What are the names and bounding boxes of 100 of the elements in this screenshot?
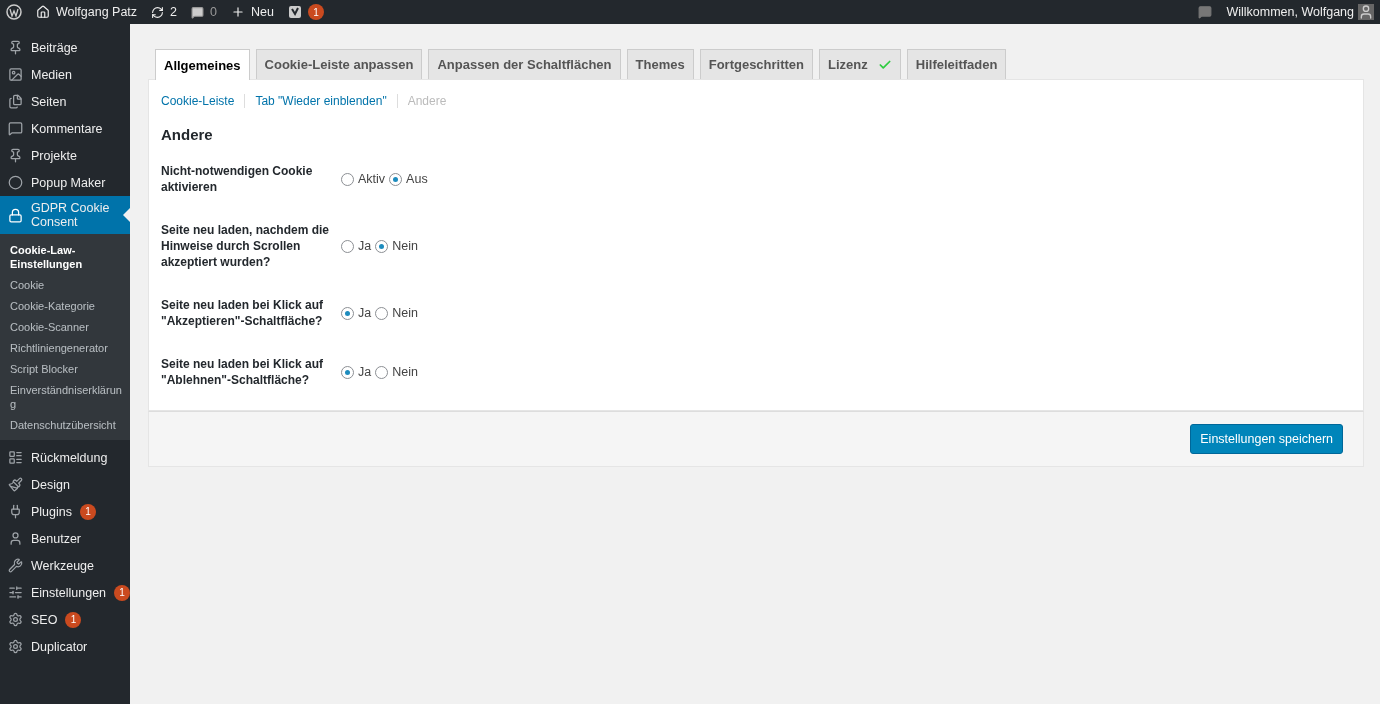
submenu-item[interactable]: Cookie <box>0 275 130 296</box>
submenu-item[interactable]: Datenschutzübersicht <box>0 415 130 436</box>
sidebar-item[interactable]: Kommentare <box>0 115 130 142</box>
setting-label: Seite neu laden, nachdem die Hinweise durch Scrollen akzeptiert wurden? <box>161 222 331 270</box>
menu-label: SEO <box>31 612 58 627</box>
menu-icon <box>8 40 23 55</box>
menu-label: Projekte <box>31 148 77 163</box>
submenu-item[interactable]: Cookie-Kategorie <box>0 296 130 317</box>
sidebar-item[interactable]: Medien <box>0 61 130 88</box>
comment-icon <box>191 5 205 19</box>
tab[interactable]: Lizenz <box>819 49 901 79</box>
menu-label: GDPR Cookie Consent <box>31 201 111 229</box>
count-badge: 1 <box>65 611 82 628</box>
tab[interactable]: Hilfeleitfaden <box>906 49 1007 79</box>
radio-button[interactable] <box>341 306 354 320</box>
menu-icon <box>8 585 23 600</box>
sidebar-item[interactable]: Design <box>0 471 130 498</box>
radio-button[interactable] <box>341 239 354 253</box>
menu-label: Seiten <box>31 94 67 109</box>
menu-icon <box>8 612 23 627</box>
greeting-link[interactable]: Willkommen, Wolfgang <box>1226 5 1354 19</box>
tab[interactable]: Themes <box>626 49 694 79</box>
tab[interactable]: Anpassen der Schaltflächen <box>428 49 621 79</box>
radio-button[interactable] <box>341 365 354 379</box>
tab[interactable]: Allgemeines <box>155 49 250 80</box>
menu-label: Rückmeldung <box>31 450 108 465</box>
menu-icon <box>8 207 23 223</box>
section-title: Andere <box>161 126 214 143</box>
avatar-icon[interactable] <box>1358 4 1374 20</box>
count-badge: 1 <box>80 503 96 520</box>
radio-label: Aus <box>406 172 428 186</box>
radio-label: Aktiv <box>358 172 386 186</box>
menu-label: Design <box>31 477 70 492</box>
sidebar-item[interactable]: SEO 1 <box>0 606 130 633</box>
radio-button[interactable] <box>375 239 389 253</box>
updates-link[interactable]: 2 <box>151 5 178 19</box>
menu-label: Einstellungen <box>31 585 107 600</box>
sidebar-item[interactable]: Rückmeldung <box>0 444 130 471</box>
tab[interactable]: Fortgeschritten <box>699 49 814 79</box>
sidebar-item[interactable]: Werkzeuge <box>0 552 130 579</box>
sidebar-item[interactable]: Beiträge <box>0 34 130 61</box>
submenu-item[interactable]: Script Blocker <box>0 359 130 380</box>
menu-icon <box>8 450 23 465</box>
plus-icon <box>231 5 245 19</box>
sidebar-item[interactable]: Plugins 1 <box>0 498 130 525</box>
setting-label: Nicht-notwendigen Cookie aktivieren <box>161 163 314 195</box>
wordpress-logo-icon[interactable] <box>6 4 22 20</box>
submenu-item[interactable]: Richtliniengenerator <box>0 338 130 359</box>
menu-icon <box>8 477 23 492</box>
menu-pointer <box>123 208 130 222</box>
site-name-link[interactable]: Wolfgang Patz <box>36 5 138 19</box>
sidebar-item[interactable]: Projekte <box>0 142 130 169</box>
menu-label: Popup Maker <box>31 175 106 190</box>
menu-icon <box>8 148 23 163</box>
sidebar-item[interactable]: Duplicator <box>0 633 130 660</box>
tab[interactable]: Cookie-Leiste anpassen <box>255 49 423 79</box>
subnav-link[interactable]: Tab "Wieder einblenden" <box>244 94 397 108</box>
menu-label: Duplicator <box>31 639 88 654</box>
menu-label: Plugins <box>31 504 72 519</box>
menu-label: Beiträge <box>31 40 78 55</box>
save-button[interactable]: Einstellungen speichern <box>1190 424 1343 454</box>
submenu-item[interactable]: Cookie-Scanner <box>0 317 130 338</box>
menu-icon <box>8 94 23 109</box>
sidebar-item[interactable]: Benutzer <box>0 525 130 552</box>
comments-link[interactable]: 0 <box>191 5 217 19</box>
sidebar-item[interactable]: Popup Maker <box>0 169 130 196</box>
subnav-link[interactable]: Cookie-Leiste <box>161 94 245 108</box>
notification-badge: 1 <box>307 4 324 20</box>
sidebar-item[interactable]: Seiten <box>0 88 130 115</box>
submenu-item[interactable]: Einverständniserklärung <box>0 380 130 415</box>
menu-label: Werkzeuge <box>31 558 94 573</box>
menu-icon <box>8 121 23 136</box>
count-badge: 1 <box>114 584 131 601</box>
radio-label: Nein <box>392 239 418 253</box>
new-link[interactable]: Neu <box>231 5 274 19</box>
menu-icon <box>8 639 23 654</box>
setting-label: Seite neu laden bei Klick auf "Akzeptieren"-Schaltfläche? <box>161 297 325 329</box>
radio-label: Nein <box>392 365 418 379</box>
radio-button[interactable] <box>375 306 389 320</box>
sidebar-item[interactable]: Einstellungen 1 <box>0 579 130 606</box>
radio-label: Nein <box>392 306 418 320</box>
menu-icon <box>8 531 23 546</box>
menu-icon <box>8 175 23 190</box>
menu-icon <box>8 67 23 82</box>
setting-label: Seite neu laden bei Klick auf "Ablehnen"-Schaltfläche? <box>161 356 325 388</box>
comment-icon[interactable] <box>1198 5 1213 19</box>
menu-label: Benutzer <box>31 531 82 546</box>
radio-label: Ja <box>358 365 372 379</box>
seo-plugin-icon <box>287 5 302 19</box>
sidebar-item[interactable]: GDPR Cookie Consent <box>0 196 130 234</box>
radio-button[interactable] <box>389 172 403 186</box>
submenu-item[interactable]: Cookie-Law-Einstellungen <box>0 240 130 275</box>
radio-label: Ja <box>358 239 372 253</box>
radio-button[interactable] <box>341 172 354 186</box>
menu-label: Kommentare <box>31 121 103 136</box>
refresh-icon <box>151 5 165 19</box>
radio-label: Ja <box>358 306 372 320</box>
menu-icon <box>8 558 23 573</box>
menu-icon <box>8 504 23 519</box>
radio-button[interactable] <box>375 365 389 379</box>
